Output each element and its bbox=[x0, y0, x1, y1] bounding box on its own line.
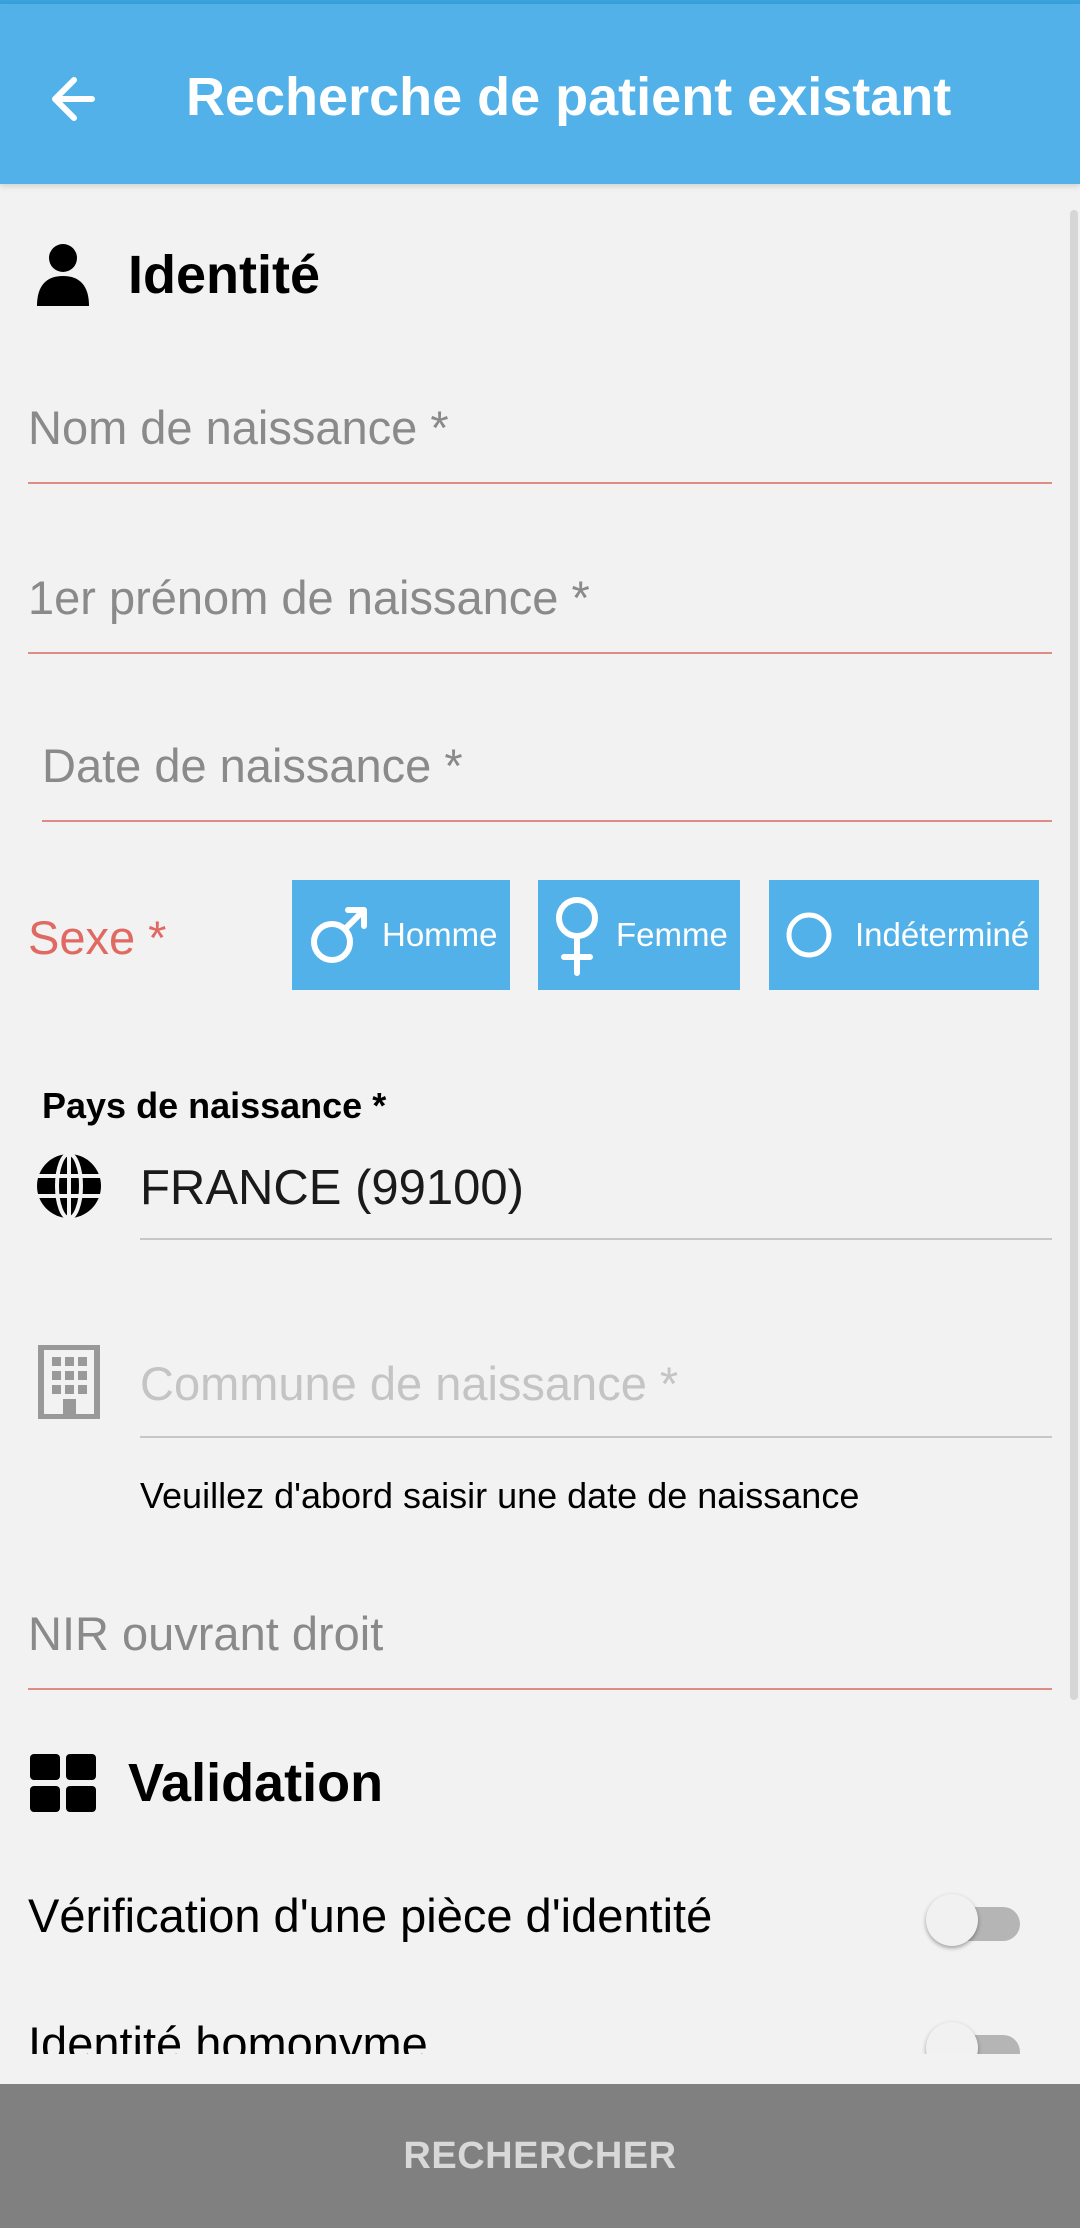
prenom-naissance-field[interactable]: 1er prénom de naissance * bbox=[28, 570, 1052, 656]
commune-naissance-underline bbox=[140, 1436, 1052, 1438]
toggle-thumb bbox=[926, 1894, 978, 1946]
female-icon bbox=[556, 897, 598, 976]
verification-piece-toggle[interactable] bbox=[926, 1888, 1022, 1948]
verification-piece-label: Vérification d'une pièce d'identité bbox=[28, 1889, 713, 1942]
arrow-left-icon bbox=[52, 77, 95, 121]
date-naissance-placeholder: Date de naissance * bbox=[42, 739, 463, 792]
sexe-homme-button[interactable]: Homme bbox=[292, 880, 510, 990]
sexe-femme-button[interactable]: Femme bbox=[538, 880, 740, 990]
identite-homonyme-label: Identité homonyme bbox=[28, 2017, 428, 2054]
nom-naissance-placeholder: Nom de naissance * bbox=[28, 401, 449, 454]
homonyme-row-clip: Identité homonyme bbox=[0, 2000, 1080, 2054]
person-icon bbox=[37, 244, 89, 306]
page-title: Recherche de patient existant bbox=[186, 67, 952, 127]
sexe-homme-label: Homme bbox=[382, 916, 498, 953]
building-icon bbox=[38, 1345, 100, 1419]
circle-icon bbox=[786, 912, 832, 958]
date-naissance-field[interactable]: Date de naissance * bbox=[42, 738, 1052, 824]
pays-naissance-value: FRANCE (99100) bbox=[140, 1161, 524, 1215]
back-button[interactable] bbox=[40, 64, 110, 134]
bottom-action-bar: RECHERCHER bbox=[0, 2084, 1080, 2228]
grid-icon bbox=[30, 1754, 96, 1812]
prenom-naissance-underline bbox=[28, 652, 1052, 654]
validation-title: Validation bbox=[128, 1753, 384, 1813]
app-screen: Recherche de patient existant Identité N… bbox=[0, 0, 1080, 2228]
date-naissance-underline bbox=[42, 820, 1052, 822]
pays-naissance-label: Pays de naissance * bbox=[42, 1085, 387, 1126]
commune-helper-text: Veuillez d'abord saisir une date de nais… bbox=[140, 1475, 860, 1516]
sexe-indetermine-label: Indéterminé bbox=[855, 916, 1030, 953]
rechercher-button[interactable]: RECHERCHER bbox=[0, 2084, 1080, 2228]
scrollbar[interactable] bbox=[1070, 210, 1078, 1700]
sexe-indetermine-button[interactable]: Indéterminé bbox=[769, 880, 1039, 990]
nir-placeholder: NIR ouvrant droit bbox=[28, 1607, 384, 1660]
toggle-thumb bbox=[926, 2022, 978, 2054]
nom-naissance-field[interactable]: Nom de naissance * bbox=[28, 400, 1052, 486]
prenom-naissance-placeholder: 1er prénom de naissance * bbox=[28, 571, 590, 624]
nom-naissance-underline bbox=[28, 482, 1052, 484]
identite-homonyme-toggle[interactable] bbox=[926, 2016, 1022, 2054]
nir-field[interactable]: NIR ouvrant droit bbox=[28, 1606, 1052, 1692]
pays-naissance-underline bbox=[140, 1238, 1052, 1240]
identite-section-header: Identité bbox=[34, 242, 320, 308]
app-bar: Recherche de patient existant bbox=[0, 4, 1080, 184]
validation-section-header: Validation bbox=[28, 1752, 383, 1814]
identite-title: Identité bbox=[128, 245, 321, 305]
sexe-label: Sexe * bbox=[28, 911, 167, 964]
commune-naissance-placeholder: Commune de naissance * bbox=[140, 1357, 679, 1410]
male-icon bbox=[311, 907, 367, 963]
sexe-femme-label: Femme bbox=[616, 916, 728, 953]
globe-icon bbox=[37, 1152, 101, 1220]
nir-underline bbox=[28, 1688, 1052, 1690]
